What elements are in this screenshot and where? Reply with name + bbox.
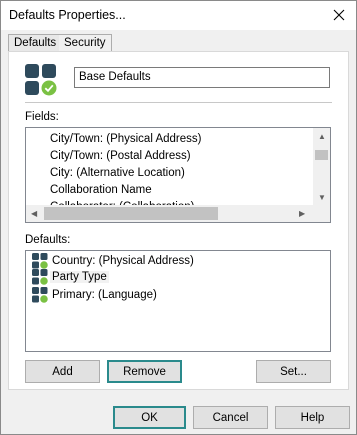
default-app-icon (32, 287, 48, 303)
set-button[interactable]: Set... (256, 360, 331, 383)
field-item[interactable]: City/Town: (Postal Address) (50, 148, 201, 165)
field-item[interactable]: City/Town: (Physical Address) (50, 131, 201, 148)
default-item-selected[interactable]: Party Type (32, 268, 109, 286)
defaults-listbox[interactable]: Country: (Physical Address) Party Type P… (25, 250, 331, 352)
fields-listbox[interactable]: City/Town: (Physical Address) City/Town:… (25, 127, 331, 223)
defaults-label: Defaults: (25, 234, 71, 246)
add-button[interactable]: Add (25, 360, 100, 383)
defaults-app-icon (25, 64, 57, 96)
default-app-icon (32, 253, 48, 269)
scroll-left-icon[interactable]: ◀ (31, 210, 37, 218)
defaults-name-input[interactable]: Base Defaults (74, 67, 330, 88)
default-item-label: Primary: (Language) (52, 289, 157, 301)
horizontal-scrollbar[interactable]: ◀ ▶ (26, 205, 313, 222)
close-icon (333, 9, 345, 21)
scroll-right-icon[interactable]: ▶ (299, 210, 305, 218)
tab-security[interactable]: Security (59, 34, 112, 52)
field-item[interactable]: Collaboration Name (50, 182, 201, 199)
title-bar: Defaults Properties... (1, 1, 356, 30)
default-item-label: Country: (Physical Address) (52, 255, 194, 267)
default-item[interactable]: Primary: (Language) (32, 286, 159, 304)
scroll-down-icon[interactable]: ▼ (318, 194, 326, 202)
horizontal-scroll-thumb[interactable] (44, 207, 218, 220)
fields-list: City/Town: (Physical Address) City/Town:… (50, 131, 201, 216)
ok-button[interactable]: OK (113, 406, 186, 429)
field-item[interactable]: City: (Alternative Location) (50, 165, 201, 182)
vertical-scroll-thumb[interactable] (315, 150, 328, 160)
help-button[interactable]: Help (275, 406, 350, 429)
close-button[interactable] (328, 5, 350, 25)
default-app-icon (32, 269, 48, 285)
vertical-scrollbar[interactable]: ▲ ▼ (313, 128, 330, 205)
default-item-label: Party Type (50, 271, 109, 283)
cancel-button[interactable]: Cancel (193, 406, 268, 429)
separator (25, 102, 332, 103)
remove-button[interactable]: Remove (107, 360, 182, 383)
fields-label: Fields: (25, 111, 59, 123)
scroll-corner (313, 205, 330, 222)
window-title: Defaults Properties... (9, 8, 126, 22)
scroll-up-icon[interactable]: ▲ (318, 133, 326, 141)
